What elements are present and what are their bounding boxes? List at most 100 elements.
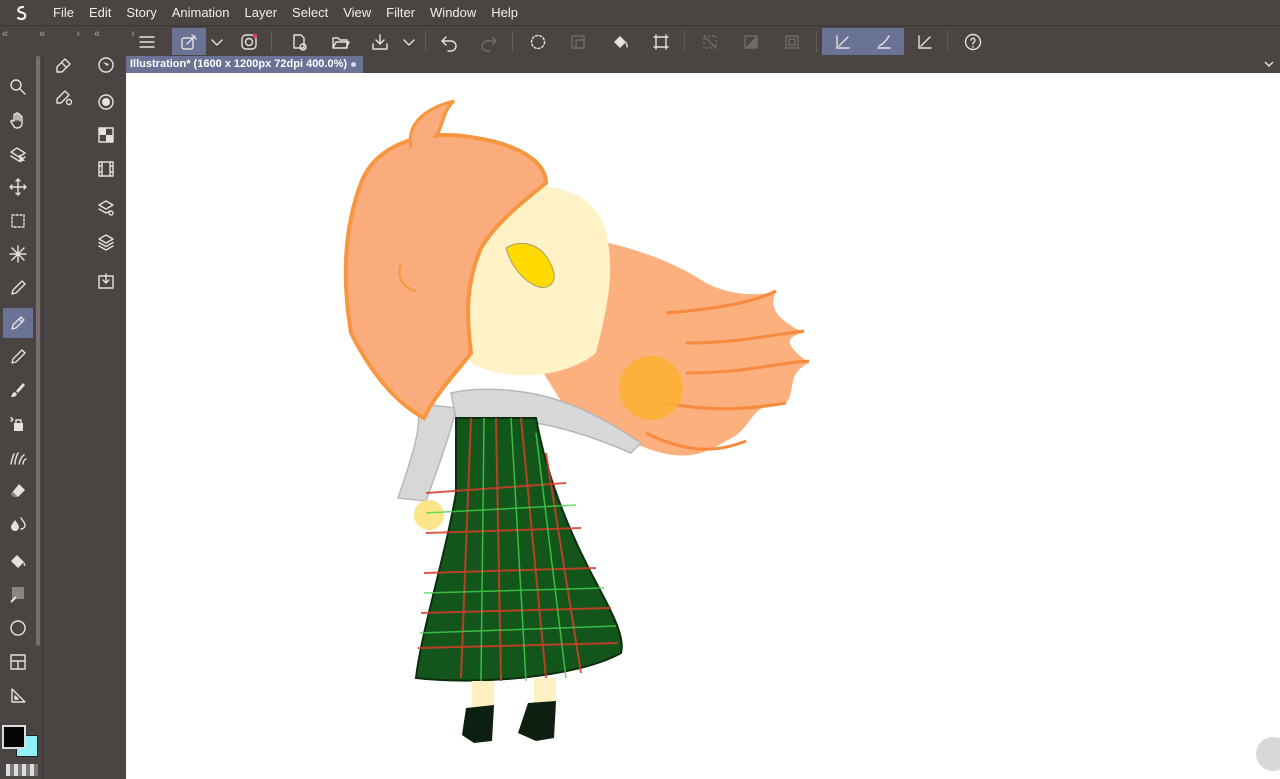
tool-airbrush[interactable]	[3, 409, 33, 439]
snap-grid-icon	[918, 34, 932, 49]
tool-ruler[interactable]	[3, 680, 33, 710]
snap-ruler-icon	[835, 34, 850, 49]
companion-mode-icon	[241, 33, 258, 50]
transparent-color-swatch[interactable]	[6, 764, 38, 776]
save-icon	[372, 33, 388, 50]
menu-file[interactable]: File	[46, 0, 82, 25]
color-set-panel-button[interactable]	[91, 120, 121, 150]
tool-property-icon	[56, 90, 73, 106]
snap-ruler-button[interactable]	[822, 28, 863, 55]
main-color-swatch[interactable]	[2, 725, 26, 749]
reference-dropdown-button[interactable]	[206, 28, 228, 55]
left-shoe	[462, 705, 494, 743]
tool-eraser[interactable]	[3, 476, 33, 506]
clear-selection-button[interactable]	[695, 28, 725, 55]
tool-frame-border[interactable]	[3, 647, 33, 677]
tool-bar	[0, 56, 42, 779]
tab-list-chevron-icon[interactable]	[1262, 57, 1276, 71]
navigator-icon	[98, 57, 114, 73]
fill-button[interactable]	[605, 28, 635, 55]
reference-layer-button[interactable]	[172, 28, 206, 55]
color-wheel-icon	[98, 94, 114, 110]
tool-pen[interactable]	[3, 308, 33, 338]
transform-button[interactable]	[646, 28, 676, 55]
layer-property-panel-button[interactable]	[91, 193, 121, 223]
selection-launcher-button[interactable]	[523, 28, 553, 55]
layer-panel-button[interactable]	[91, 227, 121, 257]
drawing-canvas[interactable]	[126, 73, 1280, 779]
open-file-icon	[332, 36, 350, 49]
tool-zoom[interactable]	[3, 72, 33, 102]
tool-gradient[interactable]	[3, 579, 33, 609]
sleeve	[397, 402, 457, 502]
tool-hand[interactable]	[3, 105, 33, 135]
undo-button[interactable]	[434, 28, 464, 55]
undo-icon	[441, 35, 457, 52]
tool-pencil[interactable]	[3, 342, 33, 372]
material-panel-button[interactable]	[91, 266, 121, 296]
menu-view[interactable]: View	[336, 0, 379, 25]
tool-move-layer[interactable]	[3, 172, 33, 202]
help-button[interactable]	[958, 28, 988, 55]
tool-brush[interactable]	[3, 375, 33, 405]
hand-icon	[10, 112, 23, 129]
animation-panel-button[interactable]	[91, 154, 121, 184]
redo-button[interactable]	[474, 28, 504, 55]
collapse-left-arrows-icon[interactable]: « « ›« ›	[2, 28, 135, 42]
main-menu-button[interactable]	[132, 28, 162, 55]
menu-layer[interactable]: Layer	[238, 0, 286, 25]
menu-story[interactable]: Story	[119, 0, 164, 25]
border-button[interactable]	[777, 28, 807, 55]
toolbar-separator	[816, 31, 817, 52]
menu-filter[interactable]: Filter	[379, 0, 423, 25]
gradient-icon	[10, 587, 24, 603]
eyedropper-icon	[11, 280, 26, 295]
help-icon	[964, 33, 982, 50]
color-wheel-panel-button[interactable]	[91, 87, 121, 117]
menu-edit[interactable]: Edit	[82, 0, 119, 25]
crop-button[interactable]	[563, 28, 593, 55]
pen-icon	[11, 316, 25, 330]
fill-bucket-icon	[11, 555, 26, 568]
hand	[414, 500, 444, 530]
toolbar-separator	[684, 31, 685, 52]
hair-highlight	[619, 356, 683, 420]
tool-blend[interactable]	[3, 509, 33, 539]
toolbar-separator	[512, 31, 513, 52]
snap-grid-button[interactable]	[910, 28, 940, 55]
menu-select[interactable]: Select	[285, 0, 336, 25]
navigator-panel-button[interactable]	[91, 50, 121, 80]
tool-scrollbar[interactable]	[36, 56, 40, 646]
save-options-button[interactable]	[398, 28, 420, 55]
tool-fill-bucket[interactable]	[3, 546, 33, 576]
menu-help[interactable]: Help	[484, 0, 526, 25]
tool-decoration[interactable]	[3, 442, 33, 472]
document-tab-bar: Illustration* (1600 x 1200px 72dpi 400.0…	[126, 56, 1280, 73]
command-bar: « « ›« ›	[0, 25, 1280, 56]
panel-icon-column	[42, 56, 126, 779]
canvas-artwork	[343, 99, 810, 743]
chevron-down-icon	[211, 38, 223, 46]
snap-special-ruler-button[interactable]	[863, 28, 904, 55]
open-file-button[interactable]	[325, 28, 355, 55]
toolbar-separator	[425, 31, 426, 52]
menu-animation[interactable]: Animation	[165, 0, 238, 25]
tool-selection[interactable]	[3, 206, 33, 236]
tool-operation[interactable]	[3, 139, 33, 169]
invert-selection-icon	[744, 34, 758, 49]
tool-eyedropper[interactable]	[3, 273, 33, 303]
clear-selection-icon	[703, 34, 717, 49]
ruler-icon	[11, 688, 26, 703]
app-logo-icon[interactable]	[0, 0, 46, 25]
menu-window[interactable]: Window	[423, 0, 484, 25]
companion-mode-button[interactable]	[234, 28, 264, 55]
tool-figure[interactable]	[3, 613, 33, 643]
invert-selection-button[interactable]	[736, 28, 766, 55]
tool-auto-select[interactable]	[3, 239, 33, 269]
sub-tool-pen-panel[interactable]	[49, 50, 79, 80]
save-button[interactable]	[365, 28, 395, 55]
new-canvas-button[interactable]	[284, 28, 314, 55]
document-tab[interactable]: Illustration* (1600 x 1200px 72dpi 400.0…	[126, 56, 363, 73]
sub-tool-detail-panel[interactable]	[49, 82, 79, 112]
film-icon	[98, 161, 114, 177]
